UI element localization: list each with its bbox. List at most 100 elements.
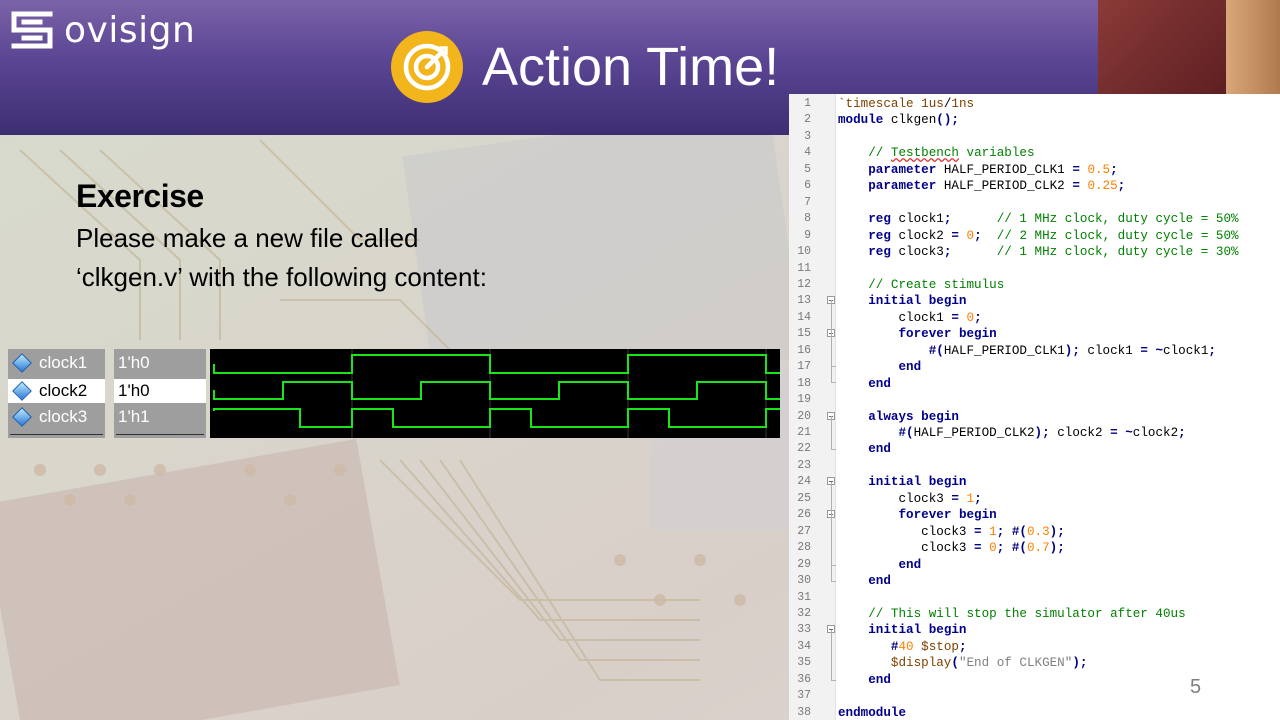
line-number: 15 xyxy=(797,327,811,341)
line-number: 33 xyxy=(797,623,811,637)
column-divider xyxy=(10,434,103,435)
line-number: 23 xyxy=(797,458,811,472)
line-number: 9 xyxy=(804,228,811,242)
code-text: $display("End of CLKGEN"); xyxy=(890,656,1088,671)
code-line: 20 always begin xyxy=(789,409,1280,426)
code-line: 24 initial begin xyxy=(789,474,1280,491)
waveform-viewer: clock1 clock2 clock3 1'h0 1'h0 1'h1 xyxy=(8,349,780,438)
code-editor[interactable]: 1 `timescale 1us/1ns 2 module clkgen(); 3 4 /… xyxy=(789,94,1280,720)
code-line: 37 xyxy=(789,688,1280,705)
code-text: end xyxy=(868,672,891,687)
code-text: end xyxy=(868,376,891,391)
code-text: #(HALF_PERIOD_CLK2); clock2 = ~clock2; xyxy=(898,426,1186,440)
line-number: 28 xyxy=(797,541,811,555)
signal-row-clock2[interactable]: clock2 xyxy=(8,379,105,403)
signal-diamond-icon xyxy=(12,353,32,373)
code-text: forever begin xyxy=(898,327,997,342)
code-text: end xyxy=(868,442,891,457)
code-line: 31 xyxy=(789,590,1280,607)
line-number: 19 xyxy=(797,393,811,407)
code-line: 14 clock1 = 0; xyxy=(789,310,1280,327)
header-image-strip xyxy=(1098,0,1226,94)
page-number: 5 xyxy=(1190,676,1202,698)
code-line: 6 parameter HALF_PERIOD_CLK2 = 0.25; xyxy=(789,178,1280,195)
code-text: initial begin xyxy=(868,294,967,309)
code-text: forever begin xyxy=(898,508,997,523)
target-icon xyxy=(391,31,463,103)
code-text: reg clock1; // 1 MHz clock, duty cycle =… xyxy=(868,212,1239,227)
clock1-trace xyxy=(213,354,780,374)
code-text: end xyxy=(898,360,922,375)
signal-value-row: 1'h0 xyxy=(114,351,206,375)
code-text: clock3 = 0; #(0.7); xyxy=(838,541,1065,556)
code-line: 2 module clkgen(); xyxy=(789,112,1280,129)
signal-value-column: 1'h0 1'h0 1'h1 xyxy=(114,349,206,438)
line-number: 4 xyxy=(804,146,811,160)
signal-name: clock3 xyxy=(39,407,88,426)
line-number: 7 xyxy=(804,195,811,209)
signal-name: clock2 xyxy=(39,381,88,400)
code-text: clock3 = 1; #(0.3); xyxy=(838,524,1065,539)
line-number: 11 xyxy=(797,261,811,275)
line-number: 22 xyxy=(797,442,811,456)
header-image-strip-right xyxy=(1226,0,1280,94)
code-line: 35 $display("End of CLKGEN"); xyxy=(789,655,1280,672)
code-line: 22 end xyxy=(789,441,1280,458)
code-text: clock1 = 0; xyxy=(838,310,982,325)
code-line: 19 xyxy=(789,392,1280,409)
code-text: #(HALF_PERIOD_CLK1); clock1 = ~clock1; xyxy=(928,343,1216,358)
exercise-instruction-line-1: Please make a new file called xyxy=(76,223,419,253)
ovisign-logo: ovisign xyxy=(10,8,195,52)
line-number: 2 xyxy=(804,113,811,127)
code-line: 27 clock3 = 1; #(0.3); xyxy=(789,524,1280,541)
signal-value-row: 1'h0 xyxy=(114,379,206,403)
line-number: 6 xyxy=(804,179,811,193)
line-number: 32 xyxy=(797,606,811,620)
code-line: 25 clock3 = 1; xyxy=(789,491,1280,508)
code-line: 10 reg clock3; // 1 MHz clock, duty cycl… xyxy=(789,244,1280,261)
code-text: #40 $stop; xyxy=(890,639,967,654)
code-line: 7 xyxy=(789,195,1280,212)
waveform-plot xyxy=(210,349,780,438)
fold-guide xyxy=(831,333,832,366)
fold-guide-end xyxy=(831,449,836,450)
code-text: parameter HALF_PERIOD_CLK2 = 0.25; xyxy=(868,179,1126,194)
code-line: 4 // Testbench variables xyxy=(789,145,1280,162)
code-line: 13 initial begin xyxy=(789,293,1280,310)
line-number: 31 xyxy=(797,590,811,604)
signal-value-row: 1'h1 xyxy=(114,405,206,429)
slide-title-group: Action Time! xyxy=(390,30,779,104)
fold-guide-end xyxy=(831,680,836,681)
code-line: 36 end xyxy=(789,672,1280,689)
slide-title: Action Time! xyxy=(482,37,780,97)
signal-row-clock3[interactable]: clock3 xyxy=(8,405,105,429)
code-text: always begin xyxy=(868,409,959,424)
line-number: 13 xyxy=(797,294,811,308)
line-number: 27 xyxy=(797,524,811,538)
code-text: initial begin xyxy=(868,475,967,490)
code-line: 3 xyxy=(789,129,1280,146)
code-text: `timescale 1us/1ns xyxy=(838,97,975,111)
code-line: 34 #40 $stop; xyxy=(789,639,1280,656)
line-number: 25 xyxy=(797,491,811,505)
line-number: 16 xyxy=(797,343,811,357)
brand-name: ovisign xyxy=(64,9,196,51)
line-number: 26 xyxy=(797,508,811,522)
code-text: parameter HALF_PERIOD_CLK1 = 0.5; xyxy=(868,162,1118,177)
fold-guide-end xyxy=(831,366,836,367)
fold-guide-end xyxy=(831,565,836,566)
fold-guide xyxy=(831,515,832,565)
signal-value: 1'h0 xyxy=(118,381,150,400)
line-number: 36 xyxy=(797,672,811,686)
line-number: 35 xyxy=(797,656,811,670)
clock2-trace xyxy=(213,381,780,400)
code-text: // Create stimulus xyxy=(868,277,1005,292)
clock3-trace xyxy=(213,408,780,428)
line-number: 21 xyxy=(797,426,811,439)
code-line: 33 initial begin xyxy=(789,622,1280,639)
signal-row-clock1[interactable]: clock1 xyxy=(8,351,105,375)
code-text: reg clock2 = 0; // 2 MHz clock, duty cyc… xyxy=(868,228,1239,243)
code-line: 9 reg clock2 = 0; // 2 MHz clock, duty c… xyxy=(789,228,1280,245)
code-text: end xyxy=(868,574,891,589)
code-line: 12 // Create stimulus xyxy=(789,277,1280,294)
